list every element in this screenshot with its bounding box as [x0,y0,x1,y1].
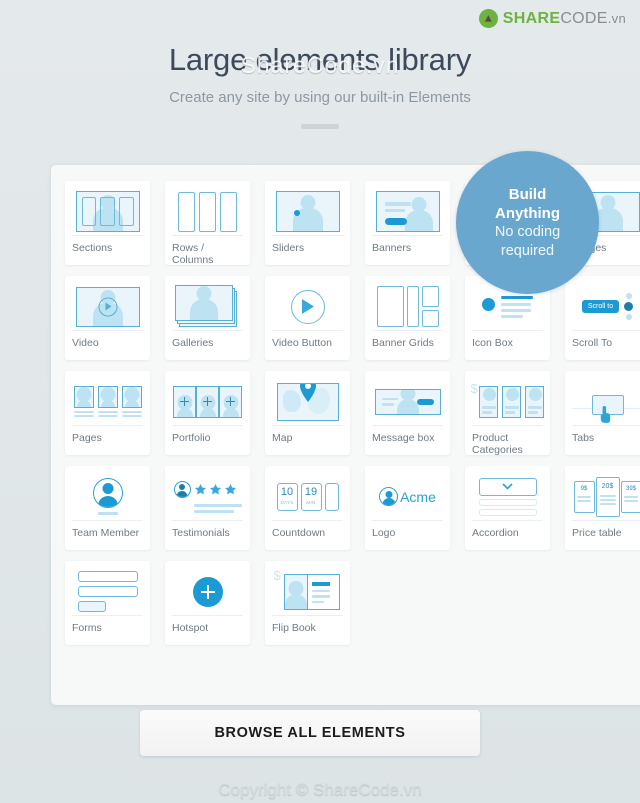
element-card-forms[interactable]: Forms [65,561,150,645]
banner-grids-icon [372,283,443,330]
element-card-banner-grids[interactable]: Banner Grids [365,276,450,360]
element-card-label: Scroll To [572,330,640,360]
sliders-icon [272,188,343,235]
badge-line-1: Build [508,185,547,203]
element-card-label: Forms [72,615,143,645]
map-icon [272,378,343,425]
element-card-countdown[interactable]: 10 DAYS 19 MIN Countdown [265,466,350,550]
galleries-icon [172,283,243,330]
product-categories-icon: $ [471,378,544,425]
portfolio-icon [172,378,243,425]
badge-line-4: required [500,242,555,259]
element-card-price-table[interactable]: 9$ 20$ 39$ Price table [565,466,640,550]
hotspot-icon [172,568,243,615]
element-card-label: Hotspot [172,615,243,645]
message-box-icon [372,378,443,425]
element-card-label: Icon Box [472,330,543,360]
forms-icon [72,568,143,615]
badge-line-2: Anything [495,204,560,222]
element-card-map[interactable]: Map [265,371,350,455]
element-card-banners[interactable]: Banners [365,181,450,265]
element-card-label: Message box [372,425,443,455]
element-card-label: Video [72,330,143,360]
element-card-tabs[interactable]: Tabs [565,371,640,455]
element-card-pages[interactable]: Pages [65,371,150,455]
element-card-label: Accordion [472,520,543,550]
element-card-label: Tabs [572,425,640,455]
element-card-label: Map [272,425,343,455]
element-card-message-box[interactable]: Message box [365,371,450,455]
banners-icon [372,188,443,235]
browse-all-elements-button[interactable]: BROWSE ALL ELEMENTS [140,710,480,756]
sections-icon [72,188,143,235]
build-anything-badge: Build Anything No coding required [456,151,599,294]
element-card-galleries[interactable]: Galleries [165,276,250,360]
logo-art-name: Acme [400,488,436,505]
element-card-team-member[interactable]: Team Member [65,466,150,550]
element-card-product-categories[interactable]: $ Product Categories [465,371,550,456]
element-card-label: Price table [572,520,640,550]
element-card-video-button[interactable]: Video Button [265,276,350,360]
page-header: Large elements library Create any site b… [0,0,640,129]
video-icon [72,283,143,330]
tabs-icon [572,378,640,425]
element-card-label: Logo [372,520,443,550]
team-member-icon [72,473,143,520]
element-card-hotspot[interactable]: Hotspot [165,561,250,645]
scroll-to-icon: Scroll to [572,283,640,330]
badge-line-3: No coding [494,223,561,240]
element-card-label: Rows / Columns [172,235,243,266]
element-card-label: Countdown [272,520,343,550]
element-card-label: Video Button [272,330,343,360]
pages-icon [72,378,143,425]
element-card-label: Banner Grids [372,330,443,360]
element-card-label: Testimonials [172,520,243,550]
header-divider [301,124,339,129]
element-card-label: Galleries [172,330,243,360]
element-card-accordion[interactable]: Accordion [465,466,550,550]
element-card-scroll-to[interactable]: Scroll to Scroll To [565,276,640,360]
element-card-label: Portfolio [172,425,243,455]
element-card-sliders[interactable]: Sliders [265,181,350,265]
scroll-to-tooltip-label: Scroll to [581,300,620,313]
page-subtitle: Create any site by using our built-in El… [169,89,471,106]
element-card-label: Sections [72,235,143,265]
element-card-portfolio[interactable]: Portfolio [165,371,250,455]
testimonials-icon [172,473,243,520]
page-title: Large elements library [168,42,472,77]
element-card-label: Product Categories [472,425,543,456]
rows-columns-icon [172,188,243,235]
footer-watermark: Copyright © ShareCode.vn [218,780,422,799]
element-card-video[interactable]: Video [65,276,150,360]
countdown-icon: 10 DAYS 19 MIN [272,473,343,520]
element-card-sections[interactable]: Sections [65,181,150,265]
element-card-label: Pages [72,425,143,455]
element-card-label: Flip Book [272,615,343,645]
logo-icon: Acme [372,473,443,520]
accordion-icon [472,473,543,520]
element-card-label: Team Member [72,520,143,550]
element-card-flip-book[interactable]: $ Flip Book [265,561,350,645]
element-card-testimonials[interactable]: Testimonials [165,466,250,550]
element-card-logo[interactable]: Acme Logo [365,466,450,550]
element-card-rows-columns[interactable]: Rows / Columns [165,181,250,266]
video-button-icon [272,283,343,330]
price-table-icon: 9$ 20$ 39$ [572,473,640,520]
element-card-label: Banners [372,235,443,265]
element-card-label: Sliders [272,235,343,265]
flip-book-icon: $ [272,568,343,615]
